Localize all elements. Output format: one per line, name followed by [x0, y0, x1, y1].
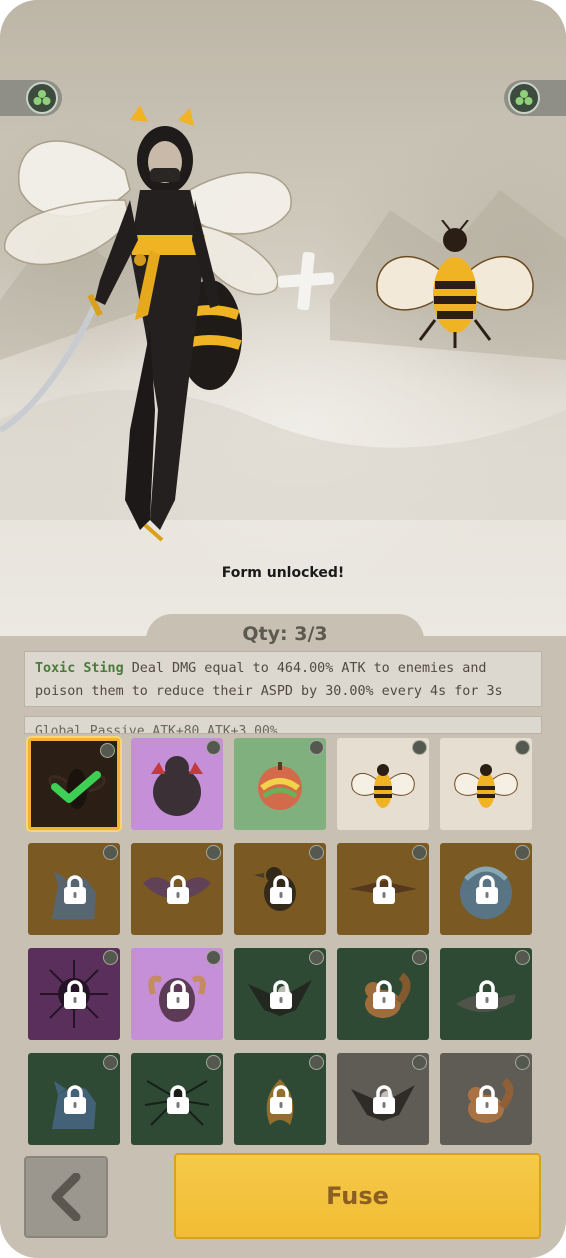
card-pterodactyl[interactable] — [337, 843, 429, 935]
fuse-button[interactable]: Fuse — [174, 1153, 541, 1239]
card-bee-1[interactable] — [337, 738, 429, 830]
element-icon — [515, 950, 530, 965]
element-icon — [412, 845, 427, 860]
element-icon — [103, 1055, 118, 1070]
card-bee-2[interactable] — [440, 738, 532, 830]
element-icon — [515, 1055, 530, 1070]
padlock-icon — [64, 1085, 86, 1114]
apple-art — [258, 762, 302, 810]
padlock-icon — [476, 875, 498, 904]
skill-description-box: Toxic Sting Deal DMG equal to 464.00% AT… — [24, 651, 542, 707]
quantity-label: Qty: 3/3 — [146, 614, 424, 654]
card-wolf-2[interactable] — [28, 1053, 120, 1145]
card-squirrel-2[interactable] — [440, 1053, 532, 1145]
element-icon — [309, 845, 324, 860]
card-eagle[interactable] — [234, 948, 326, 1040]
card-spider[interactable] — [131, 1053, 223, 1145]
three-leaf-icon — [508, 82, 540, 114]
element-icon — [103, 845, 118, 860]
global-passive-text: Global Passive ATK+80 ATK+3.00% — [35, 724, 278, 734]
padlock-icon — [167, 1085, 189, 1114]
padlock-icon — [64, 980, 86, 1009]
element-icon — [412, 950, 427, 965]
game-screen: Form unlocked! Qty: 3/3 Toxic Sting Deal… — [0, 0, 566, 1258]
element-icon — [412, 740, 427, 755]
skill-name: Toxic Sting — [35, 661, 124, 676]
card-urchin[interactable] — [28, 948, 120, 1040]
padlock-icon — [167, 875, 189, 904]
padlock-icon — [373, 875, 395, 904]
element-icon — [206, 740, 221, 755]
bee-art — [351, 764, 415, 808]
card-eagle-2[interactable] — [337, 1053, 429, 1145]
wasp-warrior-character — [0, 105, 292, 542]
element-icon — [515, 740, 530, 755]
padlock-icon — [373, 980, 395, 1009]
element-icon — [206, 845, 221, 860]
padlock-icon — [476, 1085, 498, 1114]
card-bat[interactable] — [131, 843, 223, 935]
card-apple[interactable] — [234, 738, 326, 830]
chevron-left-icon — [51, 1173, 81, 1221]
card-gorilla[interactable] — [131, 738, 223, 830]
padlock-icon — [64, 875, 86, 904]
element-icon — [309, 950, 324, 965]
card-ram-demon[interactable] — [131, 948, 223, 1040]
checkmark-icon — [51, 771, 101, 803]
card-wolf[interactable] — [28, 843, 120, 935]
global-passive-box[interactable]: Global Passive ATK+80 ATK+3.00% — [24, 716, 542, 734]
creature-grid — [28, 738, 540, 1145]
padlock-icon — [373, 1085, 395, 1114]
element-icon — [412, 1055, 427, 1070]
element-icon — [206, 950, 221, 965]
padlock-icon — [270, 1085, 292, 1114]
card-squirrel[interactable] — [337, 948, 429, 1040]
element-icon — [206, 1055, 221, 1070]
form-unlocked-message: Form unlocked! — [221, 565, 345, 581]
element-badge-right[interactable] — [504, 80, 566, 116]
padlock-icon — [270, 980, 292, 1009]
card-crow[interactable] — [234, 843, 326, 935]
bee-art — [454, 764, 518, 808]
card-wasp-selected[interactable] — [28, 738, 120, 830]
element-icon — [100, 743, 115, 758]
gorilla-art — [151, 756, 203, 816]
padlock-icon — [167, 980, 189, 1009]
element-icon — [309, 740, 324, 755]
padlock-icon — [270, 875, 292, 904]
padlock-icon — [476, 980, 498, 1009]
card-ice-beast[interactable] — [440, 843, 532, 935]
element-icon — [103, 950, 118, 965]
bee-creature — [376, 220, 534, 348]
element-icon — [515, 845, 530, 860]
plus-sign-icon — [277, 251, 335, 311]
element-icon — [309, 1055, 324, 1070]
card-lizard[interactable] — [440, 948, 532, 1040]
card-phoenix[interactable] — [234, 1053, 326, 1145]
back-button[interactable] — [24, 1156, 108, 1238]
